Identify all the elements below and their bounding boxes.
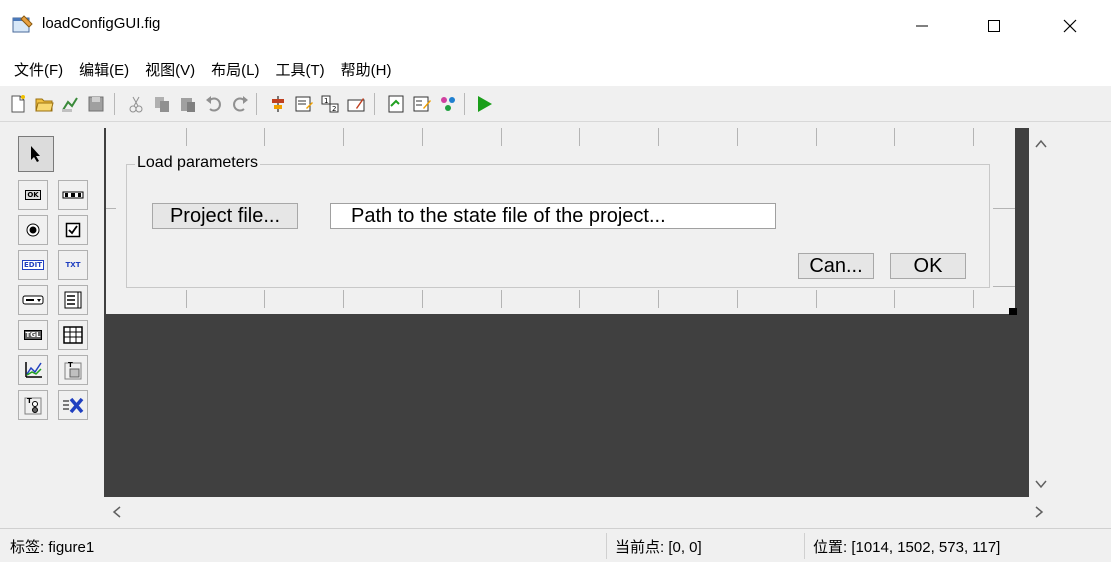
window-title: loadConfigGUI.fig (42, 15, 161, 32)
listbox-tool[interactable] (58, 285, 88, 315)
table-tool[interactable] (58, 320, 88, 350)
maximize-icon (988, 20, 1000, 32)
select-tool-button[interactable] (18, 136, 54, 172)
panel-tool[interactable]: T (58, 355, 88, 385)
title-bar: loadConfigGUI.fig (0, 0, 1111, 52)
radio-icon (26, 223, 40, 237)
cancel-button[interactable]: Can... (798, 253, 874, 279)
menu-help[interactable]: 帮助(H) (333, 59, 400, 80)
close-button[interactable] (1040, 0, 1100, 52)
pushbutton-icon: OK (25, 190, 41, 200)
layout-canvas[interactable]: Load parameters Project file... Path to … (104, 128, 1029, 497)
figure-resize-handle[interactable] (1009, 308, 1017, 315)
align-icon[interactable] (266, 92, 290, 116)
status-position: 位置: [1014, 1502, 573, 117] (804, 533, 1104, 559)
listbox-icon (64, 291, 82, 309)
button-group-tool[interactable]: T (18, 390, 48, 420)
svg-text:1: 1 (324, 97, 328, 105)
new-file-icon[interactable] (6, 92, 30, 116)
menu-file[interactable]: 文件(F) (6, 59, 71, 80)
panel-icon: T (64, 361, 82, 380)
arrow-pointer-icon (31, 146, 40, 162)
toggle-button-tool[interactable]: TGL (18, 320, 48, 350)
slider-tool[interactable] (58, 180, 88, 210)
activex-icon (63, 397, 84, 414)
state-file-path-field[interactable]: Path to the state file of the project... (330, 203, 776, 229)
open-folder-icon[interactable] (32, 92, 56, 116)
menu-layout[interactable]: 布局(L) (203, 59, 267, 80)
status-current-point: 当前点: [0, 0] (606, 533, 802, 559)
status-tag: 标签: figure1 (10, 538, 95, 556)
project-file-button[interactable]: Project file... (152, 203, 298, 229)
maximize-button[interactable] (964, 0, 1024, 52)
copy-icon[interactable] (150, 92, 174, 116)
panel-title: Load parameters (135, 154, 260, 172)
editor-icon[interactable] (384, 92, 408, 116)
load-parameters-panel[interactable]: Load parameters Project file... Path to … (126, 154, 990, 288)
figure-app-icon (12, 14, 34, 34)
menu-bar: 文件(F) 编辑(E) 视图(V) 布局(L) 工具(T) 帮助(H) (0, 52, 1111, 86)
scroll-up-icon[interactable] (1035, 134, 1047, 153)
toggle-button-icon: TGL (23, 330, 43, 340)
undo-icon[interactable] (202, 92, 226, 116)
cut-icon[interactable] (124, 92, 148, 116)
horizontal-scrollbar[interactable] (104, 497, 1055, 523)
checkbox-icon (65, 222, 81, 238)
axes-icon (25, 362, 42, 378)
axes-tool[interactable] (18, 355, 48, 385)
menu-editor-icon[interactable] (292, 92, 316, 116)
menu-tools[interactable]: 工具(T) (268, 59, 333, 80)
checkbox-tool[interactable] (58, 215, 88, 245)
save-icon[interactable] (84, 92, 108, 116)
svg-text:2: 2 (332, 105, 336, 113)
vertical-scrollbar[interactable] (1029, 128, 1055, 497)
scroll-right-icon[interactable] (1034, 503, 1044, 522)
toolbar-editor-icon[interactable] (344, 92, 368, 116)
run-icon[interactable] (472, 92, 496, 116)
minimize-icon (916, 25, 928, 27)
redo-icon[interactable] (228, 92, 252, 116)
svg-text:T: T (68, 361, 73, 369)
minimize-button[interactable] (892, 0, 952, 52)
property-inspector-icon[interactable] (410, 92, 434, 116)
ok-button[interactable]: OK (890, 253, 966, 279)
popup-menu-icon (22, 295, 44, 305)
slider-icon (62, 191, 84, 199)
object-browser-icon[interactable] (436, 92, 460, 116)
paste-icon[interactable] (176, 92, 200, 116)
figure-area[interactable]: Load parameters Project file... Path to … (106, 128, 1017, 315)
status-bar: 标签: figure1 当前点: [0, 0] 位置: [1014, 1502,… (0, 528, 1111, 562)
button-group-icon: T (24, 397, 42, 415)
component-palette: OK EDIT TXT TGL T T (0, 122, 104, 528)
close-icon (1063, 19, 1077, 33)
static-text-tool[interactable]: TXT (58, 250, 88, 280)
edit-text-tool[interactable]: EDIT (18, 250, 48, 280)
edit-text-icon: EDIT (22, 260, 44, 270)
toolbar: 12 (0, 86, 1111, 122)
svg-text:T: T (27, 397, 32, 405)
static-text-icon: TXT (65, 261, 81, 269)
pushbutton-tool[interactable]: OK (18, 180, 48, 210)
table-icon (63, 326, 83, 344)
radiobutton-tool[interactable] (18, 215, 48, 245)
tab-order-icon[interactable]: 12 (318, 92, 342, 116)
popup-menu-tool[interactable] (18, 285, 48, 315)
scroll-down-icon[interactable] (1035, 474, 1047, 493)
menu-edit[interactable]: 编辑(E) (71, 59, 137, 80)
scroll-left-icon[interactable] (112, 503, 122, 522)
save-as-icon[interactable] (58, 92, 82, 116)
activex-tool[interactable] (58, 390, 88, 420)
menu-view[interactable]: 视图(V) (137, 59, 203, 80)
